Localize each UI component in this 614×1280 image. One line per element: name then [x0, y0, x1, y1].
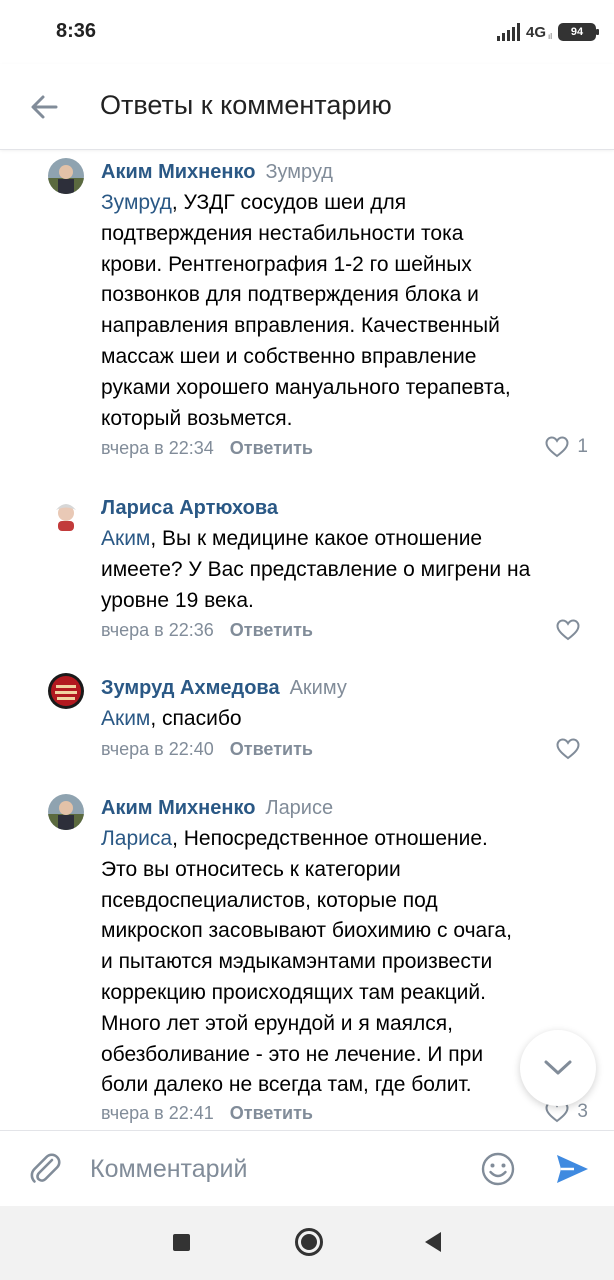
comment-line: массаж шеи и собственно вправление	[101, 344, 477, 368]
nav-back-icon[interactable]	[425, 1232, 441, 1252]
comment-line: направления вправления. Качественный	[101, 314, 500, 338]
app-header: Ответы к комментарию	[0, 64, 614, 150]
comment-line: который возьмется.	[101, 406, 293, 430]
reply-to-name[interactable]: Ларисе	[265, 797, 333, 819]
comment-line: Аким, спасибо	[101, 707, 242, 730]
avatar[interactable]	[48, 794, 84, 830]
comment-line: крови. Рентгенография 1-2 го шейных	[101, 252, 472, 276]
mention-link[interactable]: Зумруд	[101, 191, 172, 214]
comment-time: вчера в 22:41	[101, 1103, 214, 1123]
heart-icon	[556, 619, 580, 641]
reply-button[interactable]: Ответить	[230, 1103, 313, 1123]
comment-header: Лариса Артюхова	[101, 497, 288, 520]
comment-text: Аким, Вы к медицине какое отношение имее…	[101, 524, 591, 616]
nav-home-icon[interactable]	[295, 1228, 323, 1256]
signal-icon	[496, 23, 520, 41]
heart-icon	[556, 738, 580, 760]
comment-text: Лариса, Непосредственное отношение. Это …	[101, 824, 591, 1101]
comment-header: Зумруд Ахмедова Акиму	[101, 677, 347, 700]
back-arrow-icon[interactable]	[26, 88, 64, 126]
comment-line: имеете? У Вас представление о мигрени на	[101, 557, 531, 581]
reply-button[interactable]: Ответить	[230, 739, 313, 759]
page-title: Ответы к комментарию	[100, 90, 392, 120]
comment-line: псевдоспециалистов, которые под	[101, 888, 438, 912]
status-indicators: 4G ıl 94	[496, 20, 599, 44]
comment-author[interactable]: Аким Михненко	[101, 797, 255, 819]
comment-header: Аким Михненко Зумруд	[101, 161, 333, 184]
comment-line: обезболивание - это не лечение. И при	[101, 1042, 484, 1066]
reply-button[interactable]: Ответить	[230, 620, 313, 640]
comment-footer: вчера в 22:34 Ответить	[101, 438, 313, 459]
comment-footer: вчера в 22:40 Ответить	[101, 739, 313, 760]
smile-icon[interactable]	[480, 1151, 516, 1187]
comment-time: вчера в 22:34	[101, 438, 214, 458]
avatar[interactable]	[48, 498, 84, 534]
network-type: 4G	[525, 23, 546, 41]
comment-author[interactable]: Аким Михненко	[101, 161, 255, 183]
reply-to-name[interactable]: Зумруд	[265, 161, 333, 183]
comment-line: уровне 19 века.	[101, 588, 254, 612]
comment-line: боли далеко не всегда там, где болит.	[101, 1073, 472, 1097]
status-time: 8:36	[56, 20, 97, 42]
network-sub-icon: ıl	[548, 31, 552, 41]
like-count: 3	[577, 1101, 588, 1122]
reply-button[interactable]: Ответить	[230, 438, 313, 458]
battery-icon: 94	[558, 23, 599, 41]
comment-author[interactable]: Зумруд Ахмедова	[101, 677, 280, 699]
comment-line: Зумруд, УЗДГ сосудов шеи для	[101, 191, 407, 214]
mention-link[interactable]: Лариса	[101, 827, 172, 850]
comment-line: Аким, Вы к медицине какое отношение	[101, 527, 483, 550]
like-button[interactable]	[556, 619, 588, 641]
like-button[interactable]: 1	[545, 436, 588, 458]
battery-level: 94	[570, 26, 584, 38]
comment-time: вчера в 22:36	[101, 620, 214, 640]
heart-icon	[545, 436, 569, 458]
chevron-down-icon	[544, 1060, 572, 1075]
mention-link[interactable]: Аким	[101, 707, 150, 730]
comment-line: Много лет этой ерундой и я маялся,	[101, 1011, 453, 1035]
comment-line: и пытаются мэдыкамэнтами произвести	[101, 950, 493, 974]
comment-line: коррекцию происходящих там реакций.	[101, 980, 486, 1004]
comment-text: Аким, спасибо	[101, 704, 591, 735]
reply-to-name[interactable]: Акиму	[290, 677, 347, 699]
comment-time: вчера в 22:40	[101, 739, 214, 759]
avatar[interactable]	[48, 673, 84, 709]
comment-composer	[0, 1130, 614, 1206]
comment-footer: вчера в 22:36 Ответить	[101, 620, 313, 641]
status-bar: 8:36 4G ıl 94	[0, 0, 614, 64]
comment-line: руками хорошего мануального терапевта,	[101, 375, 511, 399]
system-nav-bar	[0, 1206, 614, 1280]
nav-recents-icon[interactable]	[173, 1234, 190, 1251]
paperclip-icon[interactable]	[26, 1149, 64, 1187]
comment-line: микроскоп засовывают биохимию с очага,	[101, 919, 512, 943]
comment-footer: вчера в 22:41 Ответить	[101, 1103, 313, 1124]
scroll-down-button[interactable]	[520, 1030, 596, 1106]
comment-line: позвонков для подтверждения блока и	[101, 283, 479, 307]
send-icon[interactable]	[554, 1151, 590, 1187]
like-count: 1	[577, 436, 588, 457]
comment-line: Это вы относитесь к категории	[101, 857, 401, 881]
comment-author[interactable]: Лариса Артюхова	[101, 497, 278, 519]
comment-input[interactable]	[90, 1149, 460, 1189]
comment-feed[interactable]: Аким Михненко Зумруд Зумруд, УЗДГ сосудов…	[0, 150, 614, 1130]
like-button[interactable]	[556, 738, 588, 760]
comment-line: подтверждения нестабильности тока	[101, 221, 464, 245]
mention-link[interactable]: Аким	[101, 527, 150, 550]
comment-header: Аким Михненко Ларисе	[101, 797, 333, 820]
avatar[interactable]	[48, 158, 84, 194]
comment-line: Лариса, Непосредственное отношение.	[101, 827, 488, 850]
comment-text: Зумруд, УЗДГ сосудов шеи для подтвержден…	[101, 188, 591, 434]
